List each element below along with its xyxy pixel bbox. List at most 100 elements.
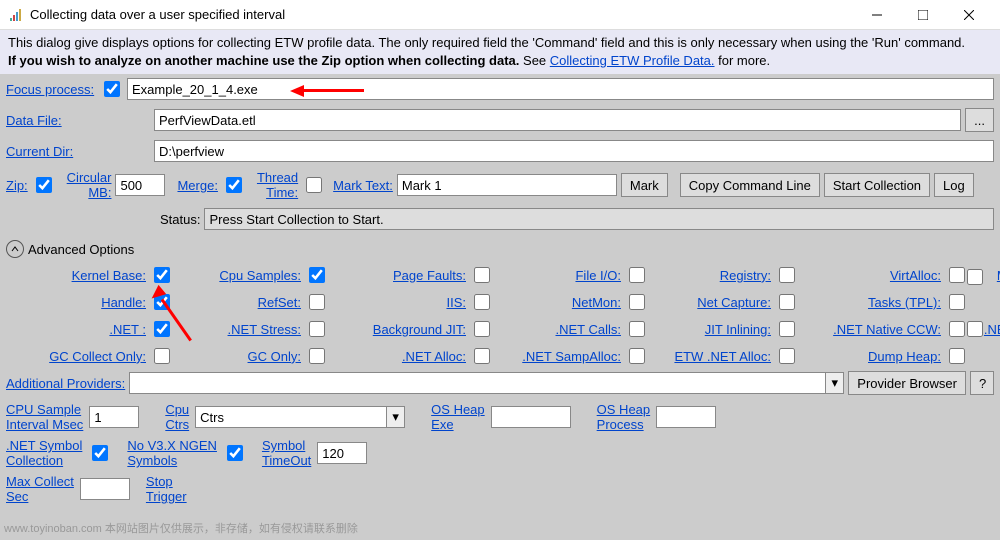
max-collect-sec-label[interactable]: Max Collect Sec	[6, 474, 74, 504]
kernel-base-checkbox[interactable]	[154, 267, 170, 283]
background-jit-checkbox[interactable]	[474, 321, 490, 337]
netmon-label[interactable]: NetMon:	[500, 295, 625, 310]
advanced-toggle[interactable]	[6, 240, 24, 258]
close-button[interactable]	[946, 0, 992, 30]
net-calls-checkbox[interactable]	[629, 321, 645, 337]
gc-only-label[interactable]: GC Only:	[180, 349, 305, 364]
help-button[interactable]: ?	[970, 371, 994, 395]
net-alloc-label[interactable]: .NET Alloc:	[335, 349, 470, 364]
iis-checkbox[interactable]	[474, 294, 490, 310]
cpu-ctrs-dropdown[interactable]: ▾	[387, 406, 405, 428]
virtalloc-checkbox[interactable]	[949, 267, 965, 283]
circular-mb-label[interactable]: Circular MB:	[67, 170, 112, 200]
handle-label[interactable]: Handle:	[10, 295, 150, 310]
gc-only-checkbox[interactable]	[309, 348, 325, 364]
cpu-sample-interval-input[interactable]	[89, 406, 139, 428]
tasks-tpl-checkbox[interactable]	[949, 294, 965, 310]
tasks-tpl-label[interactable]: Tasks (TPL):	[805, 295, 945, 310]
etw-net-alloc-label[interactable]: ETW .NET Alloc:	[655, 349, 775, 364]
registry-label[interactable]: Registry:	[655, 268, 775, 283]
data-file-input[interactable]	[154, 109, 961, 131]
net-alloc-checkbox[interactable]	[474, 348, 490, 364]
focus-process-checkbox[interactable]	[104, 81, 120, 97]
merge-label[interactable]: Merge:	[177, 178, 217, 193]
focus-process-input[interactable]	[127, 78, 994, 100]
etw-net-alloc-checkbox[interactable]	[779, 348, 795, 364]
intro-bold: If you wish to analyze on another machin…	[8, 53, 519, 68]
intro-link[interactable]: Collecting ETW Profile Data.	[550, 53, 715, 68]
thread-time-checkbox[interactable]	[306, 177, 322, 193]
mark-button[interactable]: Mark	[621, 173, 668, 197]
net-label[interactable]: .NET :	[10, 322, 150, 337]
net-sampalloc-checkbox[interactable]	[629, 348, 645, 364]
current-dir-input[interactable]	[154, 140, 994, 162]
kernel-base-label[interactable]: Kernel Base:	[10, 268, 150, 283]
symbol-timeout-label[interactable]: Symbol TimeOut	[262, 438, 311, 468]
jit-inlining-label[interactable]: JIT Inlining:	[655, 322, 775, 337]
net-calls-label[interactable]: .NET Calls:	[500, 322, 625, 337]
net-stress-checkbox[interactable]	[309, 321, 325, 337]
start-collection-button[interactable]: Start Collection	[824, 173, 930, 197]
net-capture-checkbox[interactable]	[779, 294, 795, 310]
zip-checkbox[interactable]	[36, 177, 52, 193]
cpu-samples-label[interactable]: Cpu Samples:	[180, 268, 305, 283]
net-symbol-collection-label[interactable]: .NET Symbol Collection	[6, 438, 82, 468]
page-faults-label[interactable]: Page Faults:	[335, 268, 470, 283]
refset-checkbox[interactable]	[309, 294, 325, 310]
focus-process-label[interactable]: Focus process:	[6, 82, 96, 97]
minimize-button[interactable]	[854, 0, 900, 30]
net-loader-checkbox[interactable]	[967, 321, 983, 337]
cpu-ctrs-label[interactable]: Cpu Ctrs	[165, 402, 189, 432]
no-v3x-ngen-label[interactable]: No V3.X NGEN Symbols	[127, 438, 217, 468]
registry-checkbox[interactable]	[779, 267, 795, 283]
browse-button[interactable]: ...	[965, 108, 994, 132]
data-file-label[interactable]: Data File:	[6, 113, 96, 128]
net-checkbox[interactable]	[154, 321, 170, 337]
additional-providers-label[interactable]: Additional Providers:	[6, 376, 125, 391]
net-stress-label[interactable]: .NET Stress:	[180, 322, 305, 337]
jit-inlining-checkbox[interactable]	[779, 321, 795, 337]
no-v3x-ngen-checkbox[interactable]	[227, 445, 243, 461]
copy-command-button[interactable]: Copy Command Line	[680, 173, 820, 197]
max-collect-sec-input[interactable]	[80, 478, 130, 500]
gc-collect-only-label[interactable]: GC Collect Only:	[10, 349, 150, 364]
dump-heap-label[interactable]: Dump Heap:	[805, 349, 945, 364]
page-faults-checkbox[interactable]	[474, 267, 490, 283]
os-heap-exe-input[interactable]	[491, 406, 571, 428]
os-heap-process-label[interactable]: OS Heap Process	[597, 402, 650, 432]
virtalloc-label[interactable]: VirtAlloc:	[805, 268, 945, 283]
thread-time-label[interactable]: Thread Time:	[257, 170, 298, 200]
zip-label[interactable]: Zip:	[6, 178, 28, 193]
net-capture-label[interactable]: Net Capture:	[655, 295, 775, 310]
meminfo-checkbox[interactable]	[967, 269, 983, 285]
additional-providers-dropdown[interactable]: ▾	[826, 372, 844, 394]
provider-browser-button[interactable]: Provider Browser	[848, 371, 966, 395]
os-heap-exe-label[interactable]: OS Heap Exe	[431, 402, 484, 432]
cpu-samples-checkbox[interactable]	[309, 267, 325, 283]
gc-collect-only-checkbox[interactable]	[154, 348, 170, 364]
net-native-ccw-label[interactable]: .NET Native CCW:	[805, 322, 945, 337]
cpu-sample-interval-label[interactable]: CPU Sample Interval Msec	[6, 402, 83, 432]
os-heap-process-input[interactable]	[656, 406, 716, 428]
net-sampalloc-label[interactable]: .NET SampAlloc:	[500, 349, 625, 364]
dump-heap-checkbox[interactable]	[949, 348, 965, 364]
netmon-checkbox[interactable]	[629, 294, 645, 310]
log-button[interactable]: Log	[934, 173, 974, 197]
mark-text-input[interactable]	[397, 174, 617, 196]
circular-mb-input[interactable]	[115, 174, 165, 196]
net-native-ccw-checkbox[interactable]	[949, 321, 965, 337]
mark-text-label[interactable]: Mark Text:	[333, 178, 393, 193]
file-io-checkbox[interactable]	[629, 267, 645, 283]
additional-providers-input[interactable]	[129, 372, 826, 394]
refset-label[interactable]: RefSet:	[180, 295, 305, 310]
background-jit-label[interactable]: Background JIT:	[335, 322, 470, 337]
merge-checkbox[interactable]	[226, 177, 242, 193]
current-dir-label[interactable]: Current Dir:	[6, 144, 96, 159]
maximize-button[interactable]	[900, 0, 946, 30]
net-symbol-collection-checkbox[interactable]	[92, 445, 108, 461]
symbol-timeout-input[interactable]	[317, 442, 367, 464]
file-io-label[interactable]: File I/O:	[500, 268, 625, 283]
cpu-ctrs-input[interactable]	[195, 406, 387, 428]
iis-label[interactable]: IIS:	[335, 295, 470, 310]
stop-trigger-label[interactable]: Stop Trigger	[146, 474, 187, 504]
